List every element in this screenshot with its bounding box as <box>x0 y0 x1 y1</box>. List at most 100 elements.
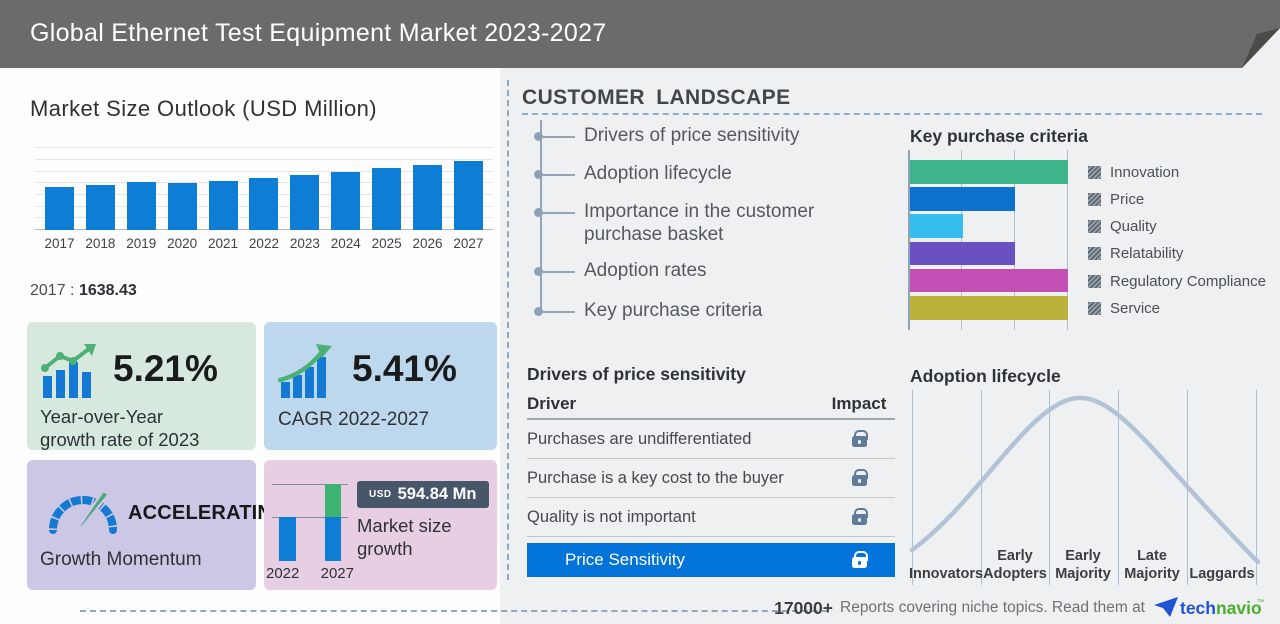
landscape-item-label: Adoption rates <box>584 260 707 281</box>
lifecycle-stage-label: Laggards <box>1189 566 1255 582</box>
infographic-page: Global Ethernet Test Equipment Market 20… <box>0 0 1280 624</box>
legend-label: Relatability <box>1110 245 1184 263</box>
mini-bar-2027-base <box>325 517 341 561</box>
year-label: 2017 <box>44 236 75 251</box>
growth-momentum-card: ACCELERATING Growth Momentum <box>27 460 288 590</box>
lock-icon <box>851 508 868 525</box>
connector-line <box>543 270 575 273</box>
year-label: 2022 <box>248 236 279 251</box>
bullet-dot <box>534 170 543 179</box>
bullet-dot <box>534 208 543 217</box>
market-size-bar <box>249 178 279 230</box>
bullet-dot <box>534 267 543 276</box>
legend-swatch-icon <box>1088 165 1101 179</box>
lock-icon <box>851 551 868 568</box>
growth-amount: 594.84 Mn <box>397 485 477 503</box>
drivers-table-title: Drivers of price sensitivity <box>527 364 746 384</box>
market-size-bar <box>453 161 483 230</box>
customer-landscape-heading: CUSTOMER LANDSCAPE <box>522 86 791 109</box>
mini-bar-2027-growth <box>325 484 341 517</box>
vertical-dashed-separator <box>507 80 509 580</box>
driver-label: Purchases are undifferentiated <box>527 429 752 448</box>
kpc-bar-relatability <box>910 241 1015 266</box>
separator: : <box>70 282 79 299</box>
landscape-item: Adoption rates <box>534 259 854 282</box>
legend-item: Regulatory Compliance <box>1088 273 1266 290</box>
market-size-bar <box>167 183 197 230</box>
market-size-bar <box>85 185 115 230</box>
driver-row: Purchase is a key cost to the buyer <box>527 459 895 498</box>
footer-note: Reports covering niche topics. Read them… <box>840 599 1145 616</box>
driver-row: Quality is not important <box>527 498 895 537</box>
kpc-bar-regulatory-compliance <box>910 268 1068 293</box>
landscape-item: Importance in the customer purchase bask… <box>534 200 854 246</box>
mini-bar-2022 <box>279 517 296 561</box>
connector-line <box>543 135 575 138</box>
cagr-value: 5.41% <box>352 348 457 389</box>
driver-label: Quality is not important <box>527 507 696 526</box>
landscape-item: Drivers of price sensitivity <box>534 124 854 147</box>
year-label: 2024 <box>330 236 361 251</box>
key-purchase-criteria-title: Key purchase criteria <box>910 126 1089 146</box>
legend-label: Service <box>1110 299 1161 317</box>
legend-item: Quality <box>1088 218 1157 235</box>
legend-label: Quality <box>1110 218 1157 236</box>
legend-item: Relatability <box>1088 245 1183 262</box>
momentum-label: Growth Momentum <box>40 549 202 570</box>
legend-item: Price <box>1088 191 1144 208</box>
yoy-growth-card: 5.21% Year-over-Year growth rate of 2023 <box>27 322 256 450</box>
yoy-label: Year-over-Year growth rate of 2023 <box>40 406 200 451</box>
driver-column-header: Driver <box>527 394 577 413</box>
currency-label: USD <box>369 489 392 500</box>
market-size-bar <box>126 182 156 230</box>
technavio-logo[interactable]: technavio ™ <box>1152 595 1264 621</box>
landscape-item-label: Drivers of price sensitivity <box>584 125 800 146</box>
landscape-item-label: Importance in the customer purchase bask… <box>584 201 815 246</box>
legend-swatch-icon <box>1088 220 1101 234</box>
year-label: 2027 <box>453 236 484 251</box>
impact-column-header: Impact <box>831 394 887 413</box>
connector-line <box>543 211 575 214</box>
footer: 17000+ Reports covering niche topics. Re… <box>774 595 1264 621</box>
bullet-dot <box>534 307 543 316</box>
base-year-label: 2017 <box>30 282 66 299</box>
lock-icon <box>851 430 868 447</box>
page-title: Global Ethernet Test Equipment Market 20… <box>30 19 607 47</box>
kpc-bar-innovation <box>910 160 1068 184</box>
connector-line <box>543 310 575 313</box>
legend-item: Service <box>1088 300 1160 317</box>
year-label: 2021 <box>208 236 239 251</box>
market-size-bar-chart <box>35 145 493 230</box>
market-size-bar <box>45 187 74 230</box>
drivers-table: Driver Impact Purchases are undifferenti… <box>527 394 895 577</box>
price-sensitivity-row: Price Sensitivity <box>527 543 895 577</box>
bullet-dot <box>534 132 543 141</box>
growth-amount-badge: USD 594.84 Mn <box>357 481 489 508</box>
table-header-row: Driver Impact <box>527 394 895 420</box>
year-label: 2018 <box>85 236 116 251</box>
market-size-bar <box>208 181 238 230</box>
speedometer-icon <box>49 489 117 534</box>
growth-curve-icon <box>278 344 332 398</box>
svg-text:technavio: technavio <box>1180 598 1262 618</box>
growth-label: Market size growth <box>357 515 452 560</box>
svg-text:™: ™ <box>1257 599 1264 606</box>
kpc-bar-quality <box>910 214 963 238</box>
market-size-bar <box>331 172 361 230</box>
landscape-item: Adoption lifecycle <box>534 162 854 185</box>
year-label: 2023 <box>289 236 320 251</box>
report-count: 17000+ <box>774 597 833 618</box>
legend-swatch-icon <box>1088 301 1101 315</box>
market-size-bar <box>413 165 443 230</box>
market-size-title: Market Size Outlook (USD Million) <box>30 96 377 121</box>
kpc-bar-price <box>910 187 1015 211</box>
yoy-value: 5.21% <box>113 348 218 389</box>
landscape-item: Key purchase criteria <box>534 299 854 322</box>
base-year-value: 2017 : 1638.43 <box>30 282 137 300</box>
adoption-lifecycle-title: Adoption lifecycle <box>910 366 1061 386</box>
kpc-bar-service <box>910 296 1068 320</box>
legend-swatch-icon <box>1088 274 1101 288</box>
driver-row: Purchases are undifferentiated <box>527 420 895 459</box>
legend-item: Innovation <box>1088 164 1179 181</box>
heading-dashed-underline <box>522 113 1262 115</box>
